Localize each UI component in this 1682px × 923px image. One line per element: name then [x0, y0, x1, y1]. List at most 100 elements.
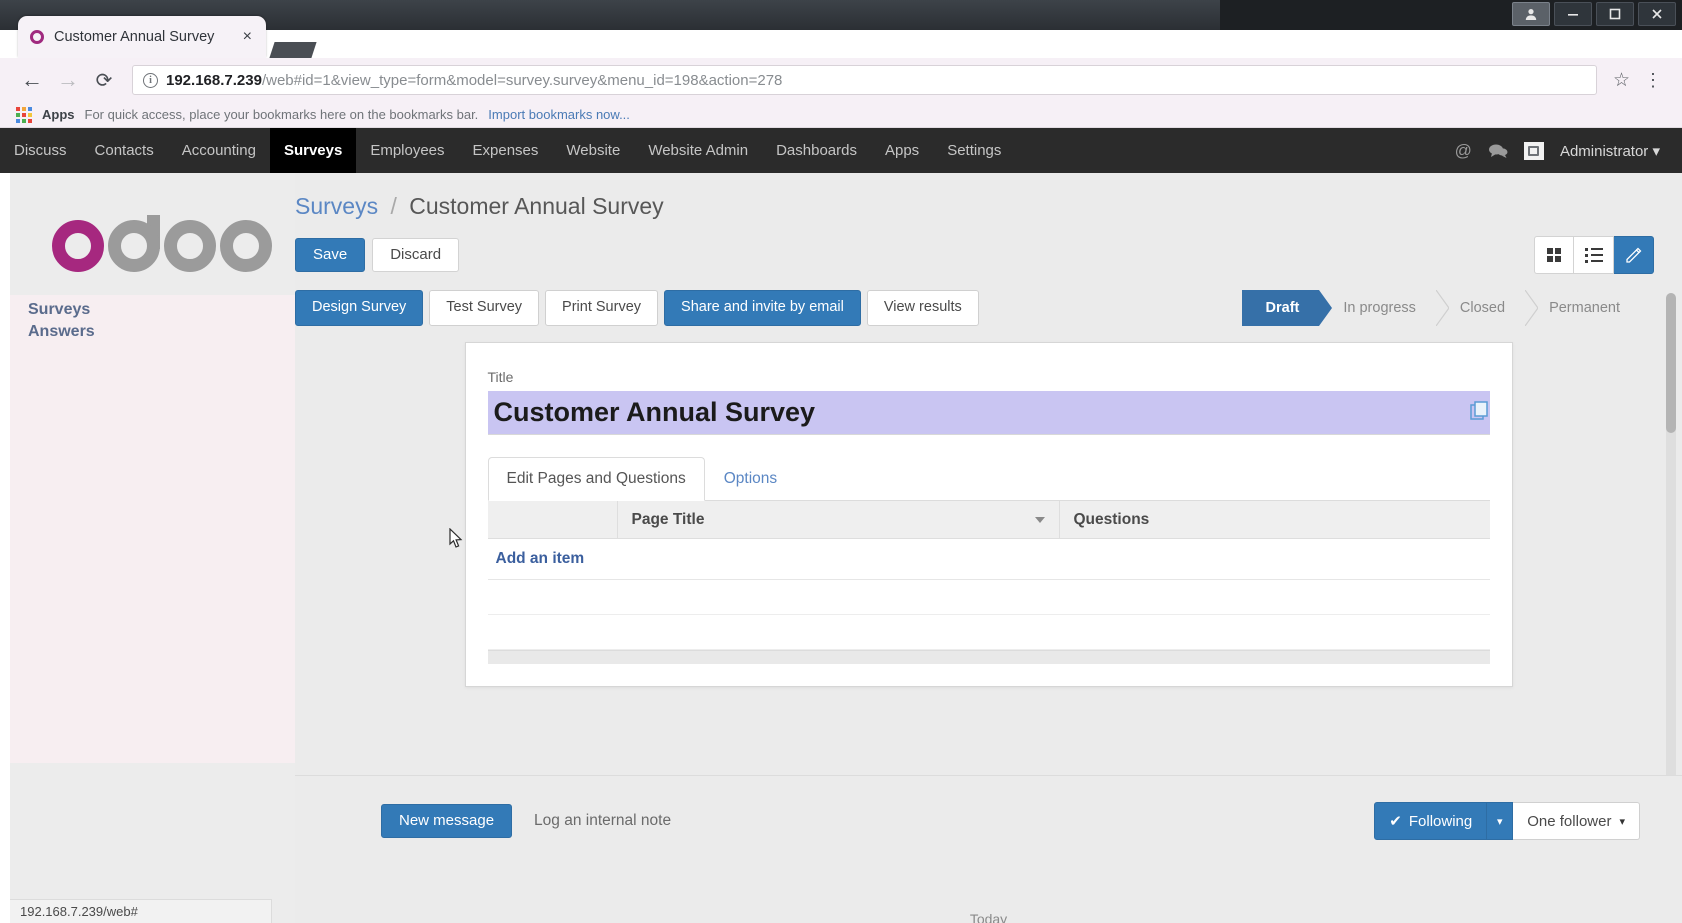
scrollbar-track[interactable] — [1666, 293, 1676, 853]
duplicate-icon[interactable] — [1469, 401, 1490, 421]
list-view-button[interactable] — [1574, 236, 1614, 274]
survey-button-row: Design Survey Test Survey Print Survey S… — [295, 290, 1682, 326]
tab-options[interactable]: Options — [705, 457, 796, 501]
menu-item-contacts[interactable]: Contacts — [81, 128, 168, 173]
menu-item-settings[interactable]: Settings — [933, 128, 1015, 173]
stage-draft[interactable]: Draft — [1241, 290, 1333, 326]
discard-button[interactable]: Discard — [372, 237, 460, 273]
forward-button[interactable]: → — [50, 62, 86, 98]
add-item-row: Add an item — [487, 539, 1490, 580]
grid-icon — [1547, 248, 1561, 262]
address-bar[interactable]: i 192.168.7.239/web#id=1&view_type=form&… — [132, 65, 1597, 95]
following-button[interactable]: ✔ Following — [1374, 802, 1488, 840]
bookmark-star-icon[interactable]: ☆ — [1613, 69, 1630, 92]
apps-label[interactable]: Apps — [42, 107, 75, 122]
sort-caret-icon[interactable] — [1034, 516, 1045, 523]
scrollbar-thumb[interactable] — [1666, 293, 1676, 433]
log-internal-note-button[interactable]: Log an internal note — [534, 812, 671, 830]
followers-button[interactable]: One follower ▾ — [1513, 802, 1640, 840]
menu-item-expenses[interactable]: Expenses — [459, 128, 553, 173]
stage-draft-label: Draft — [1265, 300, 1300, 316]
tab-edit-pages-and-questions[interactable]: Edit Pages and Questions — [487, 457, 705, 501]
stage-permanent[interactable]: Permanent — [1525, 290, 1640, 326]
pencil-icon — [1625, 247, 1641, 263]
following-dropdown-button[interactable]: ▾ — [1487, 802, 1514, 840]
stage-in-progress[interactable]: In progress — [1319, 290, 1449, 326]
menu-item-discuss[interactable]: Discuss — [0, 128, 81, 173]
stage-permanent-label: Permanent — [1549, 300, 1620, 316]
breadcrumb-separator: / — [390, 193, 397, 219]
menu-item-accounting[interactable]: Accounting — [168, 128, 270, 173]
list-icon — [1584, 247, 1603, 263]
back-button[interactable]: ← — [14, 62, 50, 98]
close-icon[interactable]: × — [239, 28, 256, 46]
sidebar-menu: Surveys Answers — [10, 295, 295, 763]
table-handle-column — [488, 500, 618, 539]
odoo-menu-items: Discuss Contacts Accounting Surveys Empl… — [0, 128, 1015, 173]
breadcrumb-surveys[interactable]: Surveys — [295, 193, 378, 219]
menu-item-surveys[interactable]: Surveys — [269, 128, 357, 173]
kanban-view-button[interactable] — [1534, 236, 1574, 274]
form-sheet: Title Customer Annual Survey Edit Pages … — [464, 342, 1513, 687]
title-input[interactable]: Customer Annual Survey — [487, 391, 1490, 435]
column-questions[interactable]: Questions — [1060, 501, 1490, 539]
user-name: Administrator — [1559, 142, 1649, 160]
menu-item-website[interactable]: Website — [552, 128, 634, 173]
odoo-logo[interactable] — [10, 173, 295, 277]
browser-window: Customer Annual Survey × ← → ⟳ i 192.168… — [0, 0, 1682, 923]
menu-item-apps[interactable]: Apps — [871, 128, 933, 173]
save-button[interactable]: Save — [295, 237, 366, 273]
chevron-down-icon: ▾ — [1496, 815, 1503, 828]
follow-controls: ✔ Following ▾ One follower ▾ — [1374, 802, 1640, 840]
table-row — [487, 615, 1490, 650]
odoo-logo-d-icon — [108, 215, 160, 277]
url-host: 192.168.7.239 — [166, 71, 262, 89]
pages-table: Page Title Questions Add an item — [487, 500, 1490, 664]
chevron-down-icon: ▾ — [1619, 815, 1625, 828]
stage-closed[interactable]: Closed — [1435, 290, 1539, 326]
print-survey-button[interactable]: Print Survey — [545, 290, 659, 326]
avatar — [1523, 141, 1544, 160]
table-row — [487, 580, 1490, 615]
design-survey-button[interactable]: Design Survey — [295, 290, 424, 326]
user-menu[interactable]: Administrator ▾ — [1560, 142, 1660, 160]
new-message-button[interactable]: New message — [381, 803, 513, 839]
browser-status-line: 192.168.7.239/web# — [10, 899, 272, 923]
add-an-item-link[interactable]: Add an item — [496, 550, 585, 567]
import-bookmarks-link[interactable]: Import bookmarks now... — [488, 107, 630, 122]
tab-title: Customer Annual Survey — [54, 29, 215, 45]
browser-tab[interactable]: Customer Annual Survey × — [18, 16, 266, 58]
column-page-title[interactable]: Page Title — [618, 500, 1060, 539]
mail-at-icon[interactable]: @ — [1455, 141, 1472, 161]
form-view-button[interactable] — [1614, 236, 1654, 274]
view-results-button[interactable]: View results — [866, 290, 979, 326]
stage-arrow-icon — [1525, 290, 1539, 326]
table-header-row: Page Title Questions — [487, 500, 1490, 539]
check-icon: ✔ — [1389, 813, 1402, 830]
site-info-icon[interactable]: i — [143, 72, 158, 88]
main-content: Surveys / Customer Annual Survey Save Di… — [295, 173, 1682, 923]
browser-menu-icon[interactable]: ⋮ — [1638, 70, 1668, 91]
sidebar-item-surveys[interactable]: Surveys — [28, 299, 295, 321]
bookmarks-bar: Apps For quick access, place your bookma… — [0, 102, 1682, 128]
test-survey-button[interactable]: Test Survey — [429, 290, 540, 326]
sidebar-item-answers[interactable]: Answers — [28, 321, 295, 343]
chatter-today-label: Today — [969, 911, 1008, 923]
url-text: 192.168.7.239/web#id=1&view_type=form&mo… — [166, 72, 782, 89]
followers-label: One follower — [1527, 812, 1612, 830]
menu-item-employees[interactable]: Employees — [356, 128, 458, 173]
form-notebook-tabs: Edit Pages and Questions Options — [487, 457, 1490, 501]
odoo-main-menu: Discuss Contacts Accounting Surveys Empl… — [0, 128, 1682, 173]
chevron-down-icon: ▾ — [1652, 142, 1660, 160]
reload-button[interactable]: ⟳ — [86, 62, 122, 98]
messages-icon[interactable] — [1488, 143, 1508, 159]
chatter-toolbar: New message Log an internal note ✔ Follo… — [381, 802, 1640, 840]
odoo-logo-o3-icon — [220, 220, 272, 272]
share-invite-button[interactable]: Share and invite by email — [664, 290, 861, 326]
apps-grid-icon[interactable] — [16, 106, 32, 123]
odoo-nav-right: @ Administrator ▾ — [1455, 141, 1682, 161]
menu-item-website-admin[interactable]: Website Admin — [634, 128, 762, 173]
chatter-panel: New message Log an internal note ✔ Follo… — [295, 775, 1682, 923]
stage-closed-label: Closed — [1459, 300, 1506, 316]
menu-item-dashboards[interactable]: Dashboards — [762, 128, 871, 173]
